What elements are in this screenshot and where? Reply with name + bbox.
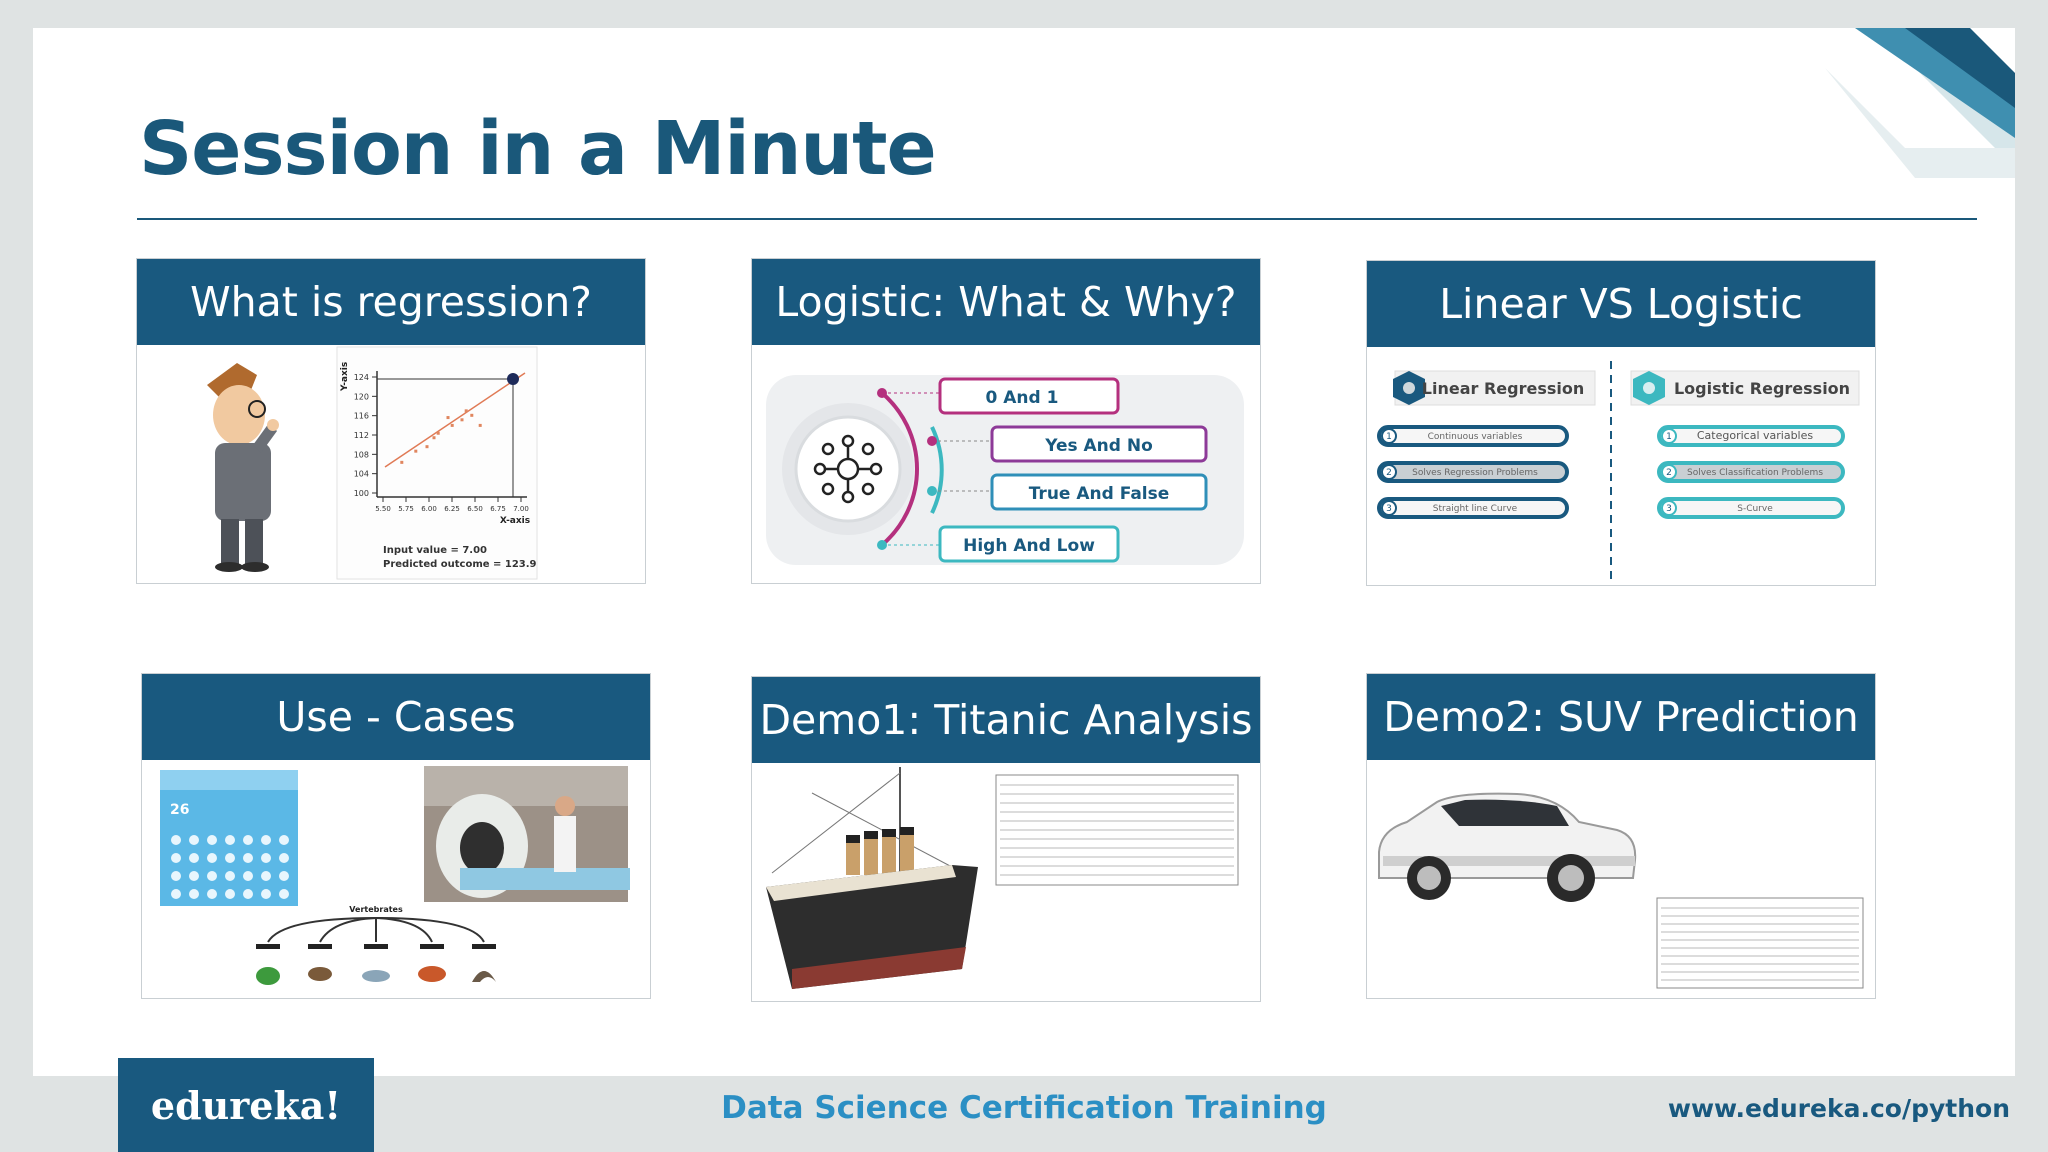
card-title: What is regression? — [137, 259, 645, 345]
slide: Session in a Minute What is regression? — [33, 28, 2015, 1076]
x-tick-label: 6.25 — [444, 505, 460, 513]
card-suv-prediction[interactable]: Demo2: SUV Prediction — [1366, 673, 1876, 999]
option-label: Yes And No — [1044, 436, 1153, 456]
data-point — [460, 418, 464, 422]
logistic-options-graphic: 0 And 1 Yes And No True And False High A… — [766, 375, 1244, 565]
linear-heading: Linear Regression — [1422, 379, 1584, 398]
page-title: Session in a Minute — [139, 106, 937, 192]
card-title: Demo1: Titanic Analysis — [752, 677, 1260, 763]
svg-text:2: 2 — [1666, 468, 1672, 478]
card-what-is-regression[interactable]: What is regression? 100 104 108 112 116 … — [136, 258, 646, 584]
linear-item: Solves Regression Problems — [1412, 468, 1538, 478]
weather-temp: 26 — [170, 802, 189, 818]
suv-car-icon — [1378, 792, 1637, 902]
x-axis-title: X-axis — [500, 516, 530, 526]
card-title: Demo2: SUV Prediction — [1367, 674, 1875, 760]
titanic-data-table — [995, 774, 1239, 886]
x-tick-label: 6.75 — [490, 505, 506, 513]
card-use-cases[interactable]: Use - Cases 26 Vertebrates — [141, 673, 651, 999]
titanic-graphic — [766, 767, 1239, 989]
use-cases-graphic: 26 Vertebrates — [160, 766, 630, 985]
option-label: 0 And 1 — [986, 388, 1059, 408]
thinking-man-icon — [207, 363, 279, 572]
logistic-item: Categorical variables — [1697, 429, 1814, 442]
linear-vs-logistic-graphic: Linear Regression 1 2 3 Continuous varia… — [1377, 361, 1860, 583]
corner-decoration — [1795, 28, 2015, 178]
linear-item: Straight line Curve — [1433, 504, 1518, 514]
x-tick-label: 7.00 — [513, 505, 529, 513]
predicted-outcome-text: Predicted outcome = 123.9 — [383, 559, 537, 570]
x-tick-label: 5.50 — [375, 505, 391, 513]
y-tick-label: 104 — [354, 470, 369, 479]
card-title: Use - Cases — [142, 674, 650, 760]
animal-icons — [256, 966, 496, 985]
weather-app-icon: 26 — [160, 770, 298, 906]
card-title: Logistic: What & Why? — [752, 259, 1260, 345]
option-label: High And Low — [963, 536, 1095, 556]
y-tick-label: 120 — [354, 392, 369, 401]
card-title: Linear VS Logistic — [1367, 261, 1875, 347]
title-divider — [137, 218, 1977, 220]
y-tick-label: 108 — [354, 450, 369, 459]
classification-tree-icon — [267, 917, 485, 943]
website-url[interactable]: www.edureka.co/python — [1668, 1094, 2010, 1123]
data-point — [400, 460, 404, 464]
input-value-text: Input value = 7.00 — [383, 545, 487, 556]
suv-data-table — [1656, 897, 1864, 989]
x-tick-label: 6.00 — [421, 505, 437, 513]
y-tick-label: 116 — [354, 412, 369, 421]
svg-text:3: 3 — [1666, 504, 1672, 514]
y-tick-label: 124 — [354, 373, 369, 382]
logistic-items: 1 2 3 Categorical variables Solves Class… — [1657, 425, 1845, 519]
vertebrates-label: Vertebrates — [349, 905, 403, 914]
suv-graphic — [1378, 792, 1864, 989]
linear-items: 1 2 3 Continuous variables Solves Regres… — [1377, 425, 1569, 519]
y-axis-title: Y-axis — [340, 362, 350, 392]
data-point — [450, 423, 454, 427]
data-point — [464, 409, 468, 413]
data-point — [478, 423, 482, 427]
svg-text:1: 1 — [1666, 432, 1672, 442]
option-label: True And False — [1029, 484, 1170, 504]
linear-item: Continuous variables — [1428, 432, 1523, 442]
svg-text:3: 3 — [1386, 504, 1392, 514]
data-point — [470, 413, 474, 417]
data-point — [414, 449, 418, 453]
logistic-item: Solves Classification Problems — [1687, 468, 1823, 478]
y-tick-label: 112 — [354, 431, 369, 440]
card-linear-vs-logistic[interactable]: Linear VS Logistic Linear Regression 1 2 — [1366, 260, 1876, 586]
card-titanic-analysis[interactable]: Demo1: Titanic Analysis — [751, 676, 1261, 1002]
y-tick-label: 100 — [354, 489, 369, 498]
mri-scanner-image — [424, 766, 630, 902]
data-point — [425, 445, 429, 449]
svg-text:1: 1 — [1386, 432, 1392, 442]
x-tick-label: 5.75 — [398, 505, 414, 513]
data-point — [432, 436, 436, 440]
data-point — [436, 431, 440, 435]
logistic-heading: Logistic Regression — [1674, 379, 1850, 398]
svg-text:2: 2 — [1386, 468, 1392, 478]
x-tick-label: 6.50 — [467, 505, 483, 513]
logistic-item: S-Curve — [1737, 504, 1773, 514]
prediction-point — [507, 373, 519, 385]
ship-icon — [766, 767, 978, 989]
card-logistic-what-why[interactable]: Logistic: What & Why? 0 And 1 Yes And No… — [751, 258, 1261, 584]
data-point — [446, 416, 450, 420]
regression-illustration: 100 104 108 112 116 120 124 5.50 5.75 6.00 6.25 6.5… — [207, 346, 538, 580]
